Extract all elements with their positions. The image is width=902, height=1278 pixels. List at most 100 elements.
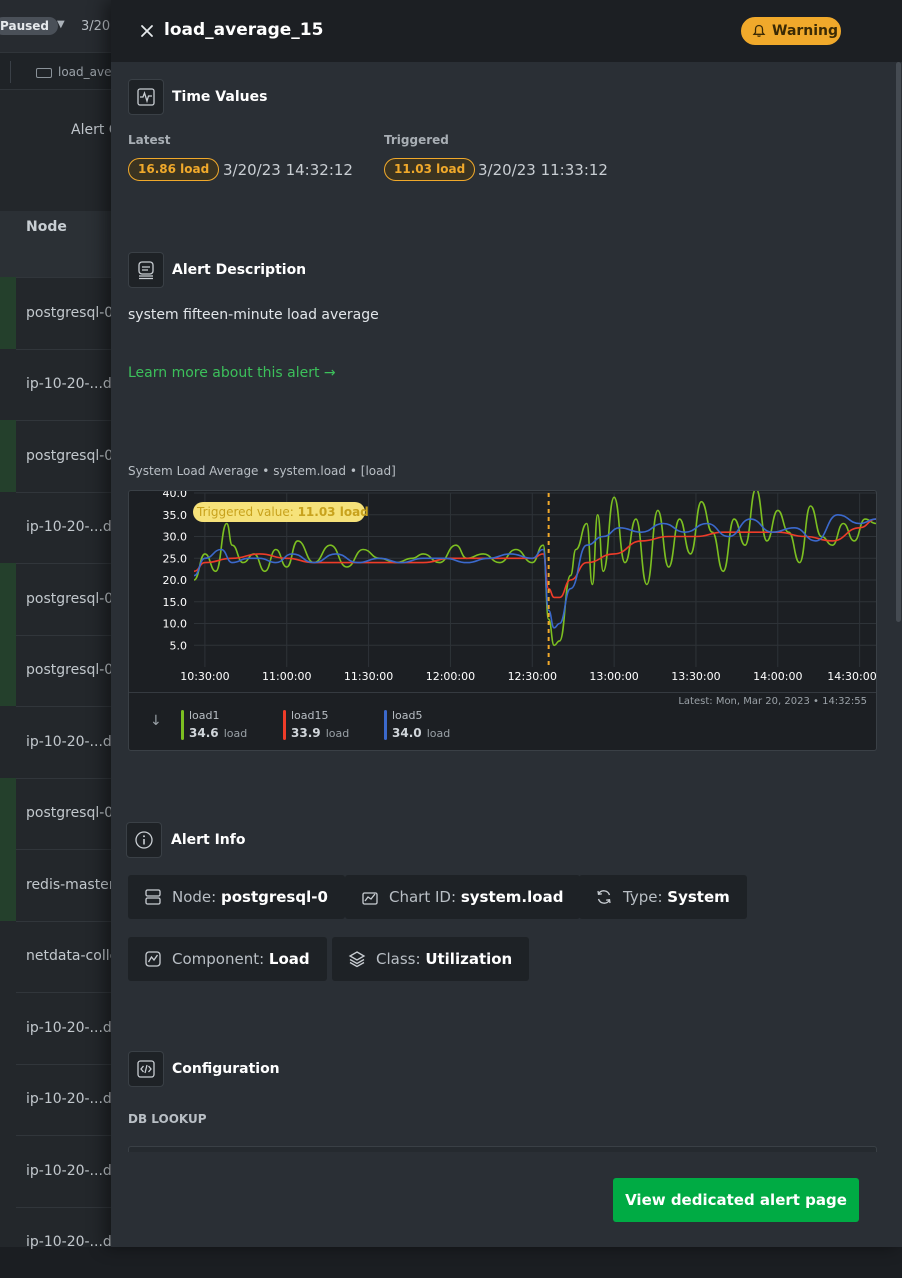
table-row-node: ip-10-20-...d: [26, 1091, 112, 1107]
alert-drawer: load_average_15 Warning Time Values Late…: [111, 0, 902, 1247]
y-tick-label: 10.0: [163, 618, 188, 631]
table-row-node: ip-10-20-...d: [26, 734, 112, 750]
latest-time: 3/20/23 14:32:12: [223, 161, 353, 179]
row-status-stripe: [0, 635, 16, 707]
table-header-node[interactable]: Node: [26, 219, 67, 235]
paused-status-pill[interactable]: Paused: [0, 17, 58, 35]
chart-id-chip-value: system.load: [461, 888, 564, 906]
latest-label: Latest: [128, 133, 171, 147]
triggered-label: Triggered: [384, 133, 449, 147]
chart-tab-icon: [36, 68, 52, 78]
legend-item-load5[interactable]: load534.0 load: [384, 709, 450, 741]
type-chip-label: Type:: [623, 888, 663, 906]
triggered-value-pill: 11.03 load: [384, 158, 475, 181]
table-row-node: ip-10-20-...d: [26, 519, 112, 535]
chart-id-chip-label: Chart ID:: [389, 888, 456, 906]
x-tick-label: 14:30:00: [827, 670, 876, 683]
x-tick-label: 11:30:00: [344, 670, 393, 683]
table-row-node: netdata-colle: [26, 948, 118, 964]
chart-caption-separator: •: [350, 464, 361, 478]
chart-container[interactable]: 40.035.030.025.020.015.010.05.010:30:001…: [128, 490, 877, 751]
load-average-chart[interactable]: 40.035.030.025.020.015.010.05.010:30:001…: [129, 491, 876, 691]
table-row-node: postgresql-0: [26, 305, 113, 321]
y-tick-label: 35.0: [163, 509, 188, 522]
legend-color-bar: [181, 710, 184, 740]
chevron-down-icon[interactable]: ▼: [57, 19, 65, 30]
table-row-node: postgresql-0: [26, 591, 113, 607]
row-status-stripe: [0, 849, 16, 921]
table-row-node: postgresql-0: [26, 448, 113, 464]
latest-value-pill: 16.86 load: [128, 158, 219, 181]
legend-series-value: 34.6: [189, 726, 219, 740]
drawer-title: load_average_15: [164, 20, 323, 40]
time-values-icon: [128, 79, 164, 115]
legend-series-value: 33.9: [291, 726, 321, 740]
table-row-node: postgresql-0: [26, 662, 113, 678]
table-row-node: ip-10-20-...d: [26, 1020, 112, 1036]
node-chip-label: Node:: [172, 888, 216, 906]
trigger-label-text: Triggered value: 11.03 load: [196, 505, 369, 519]
status-badge: Warning: [741, 17, 841, 45]
view-alert-page-button[interactable]: View dedicated alert page: [613, 1178, 859, 1222]
row-status-stripe: [0, 277, 16, 349]
info-icon: [126, 822, 162, 858]
latest-prefix: Latest:: [678, 696, 712, 707]
class-chip: Class: Utilization: [332, 937, 529, 981]
legend-series-name: load1: [189, 709, 247, 722]
row-status-stripe: [0, 563, 16, 635]
legend-color-bar: [283, 710, 286, 740]
class-chip-label: Class:: [376, 950, 421, 968]
table-row-node: ip-10-20-...d: [26, 1163, 112, 1179]
legend-series-name: load15: [291, 709, 349, 722]
legend-series-unit: load: [224, 727, 248, 740]
chart-title: System Load Average: [128, 464, 258, 478]
y-tick-label: 30.0: [163, 531, 188, 544]
chart-latest-timestamp: Latest: Mon, Mar 20, 2023 • 14:32:55: [678, 696, 867, 707]
chart-id-chip: Chart ID: system.load: [345, 875, 580, 919]
layers-icon: [348, 950, 366, 968]
trigger-label-value: 11.03 load: [298, 505, 369, 519]
background-tab-label[interactable]: load_ave: [58, 65, 111, 79]
close-button[interactable]: [136, 20, 158, 42]
component-chip-label: Component:: [172, 950, 264, 968]
legend-series-unit: load: [326, 727, 350, 740]
table-row-node: ip-10-20-...d: [26, 376, 112, 392]
chart-caption-separator: •: [262, 464, 273, 478]
bell-icon: [752, 24, 766, 38]
row-status-stripe: [0, 420, 16, 492]
y-tick-label: 25.0: [163, 552, 188, 565]
y-tick-label: 5.0: [170, 639, 188, 652]
chart-caption: System Load Average • system.load • [loa…: [128, 464, 396, 478]
chart-units: [load]: [361, 464, 396, 478]
chart-id-icon: [361, 888, 379, 906]
x-tick-label: 13:00:00: [589, 670, 638, 683]
x-tick-label: 12:30:00: [508, 670, 557, 683]
x-tick-label: 11:00:00: [262, 670, 311, 683]
status-badge-label: Warning: [772, 23, 838, 39]
x-tick-label: 14:00:00: [753, 670, 802, 683]
triggered-time: 3/20/23 11:33:12: [478, 161, 608, 179]
component-icon: [144, 950, 162, 968]
legend-item-load15[interactable]: load15 33.9 load: [283, 709, 349, 741]
scrollbar[interactable]: [896, 62, 901, 622]
y-tick-label: 15.0: [163, 596, 188, 609]
configuration-title: Configuration: [172, 1061, 280, 1077]
y-tick-label: 40.0: [163, 491, 188, 500]
legend-series-unit: load: [427, 727, 451, 740]
chart-legend-area: Latest: Mon, Mar 20, 2023 • 14:32:55 ↓ l…: [129, 692, 876, 750]
learn-more-link[interactable]: Learn more about this alert →: [128, 365, 336, 381]
code-icon: [128, 1051, 164, 1087]
legend-item-load1[interactable]: load1 34.6 load: [181, 709, 247, 741]
drawer-header: load_average_15 Warning: [111, 0, 902, 62]
table-row-node: postgresql-0: [26, 805, 113, 821]
arrow-down-icon[interactable]: ↓: [150, 713, 162, 729]
db-lookup-label: DB LOOKUP: [128, 1112, 207, 1126]
x-tick-label: 13:30:00: [671, 670, 720, 683]
node-chip-value: postgresql-0: [221, 888, 328, 906]
alert-description-icon: [128, 252, 164, 288]
alert-description-text: system fifteen-minute load average: [128, 307, 379, 323]
background-date-range[interactable]: 3/20,: [81, 19, 114, 34]
tab-divider: [10, 61, 11, 83]
drawer-footer: View dedicated alert page: [111, 1152, 902, 1247]
x-tick-label: 10:30:00: [180, 670, 229, 683]
